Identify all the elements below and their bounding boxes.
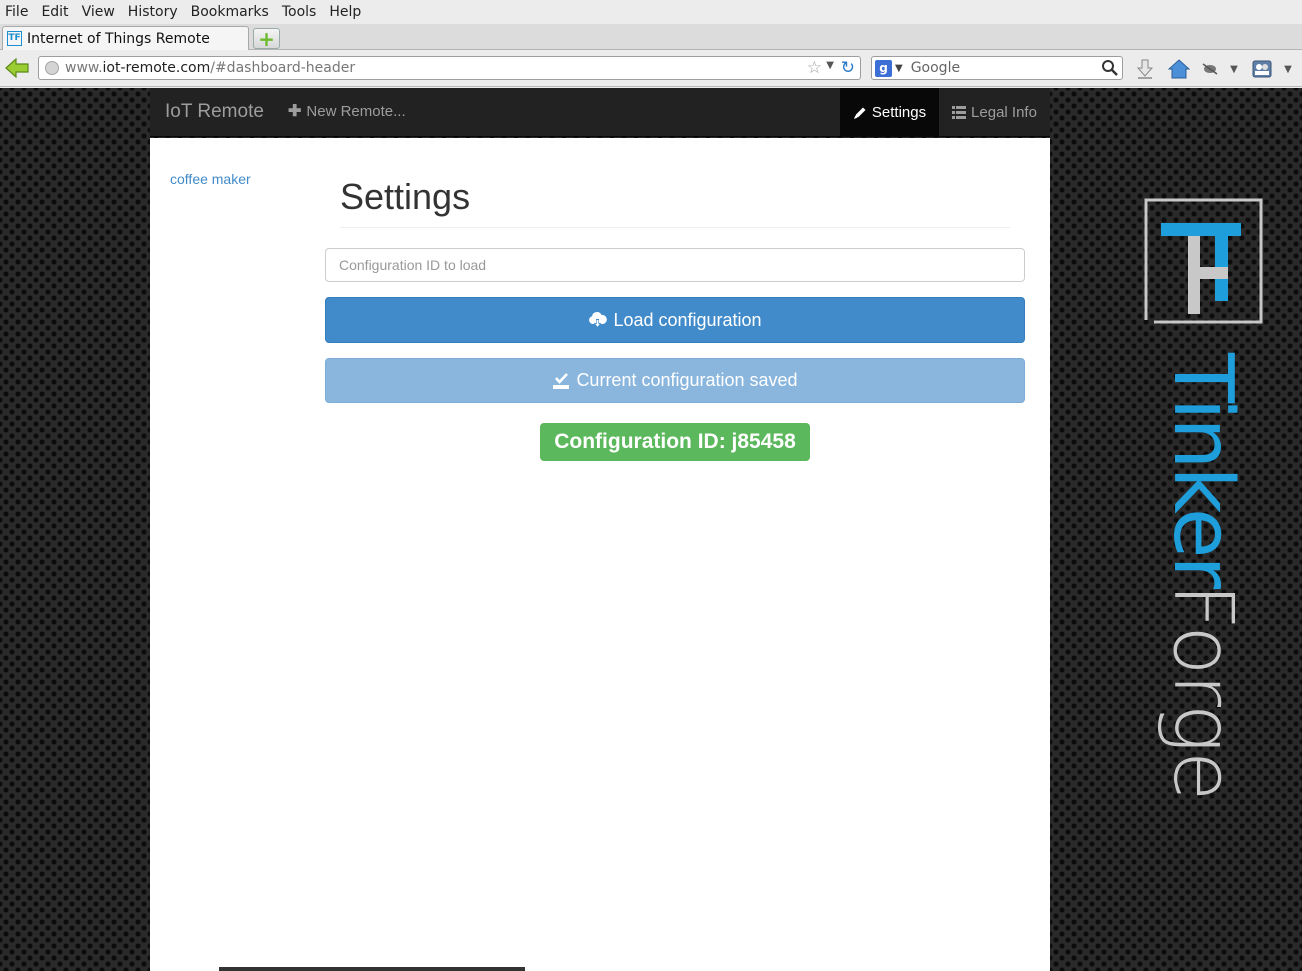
profile-dropdown-icon[interactable]: ▼: [1282, 58, 1294, 80]
title-divider: [340, 227, 1010, 228]
nav-settings-tab[interactable]: Settings: [840, 88, 939, 137]
cloud-download-icon: [588, 311, 608, 329]
logo-mark-f-bar: [1188, 267, 1228, 279]
nav-settings-label: Settings: [871, 104, 927, 121]
tinkerforge-favicon-icon: TF: [7, 31, 22, 46]
search-engine-icon[interactable]: g: [875, 59, 892, 77]
page-background: IoT Remote ✚ New Remote... Settings Lega…: [0, 88, 1302, 971]
nav-legal-info-tab[interactable]: Legal Info: [939, 88, 1050, 137]
logo-word-tinker: Tinker: [1155, 352, 1250, 589]
menu-help[interactable]: Help: [329, 4, 361, 20]
back-button[interactable]: [5, 58, 29, 78]
configuration-saved-label: Current configuration saved: [576, 370, 798, 390]
search-engine-dropdown-icon[interactable]: ▼: [895, 63, 903, 74]
url-history-dropdown-icon[interactable]: ▼: [826, 60, 834, 71]
menu-bookmarks[interactable]: Bookmarks: [191, 4, 269, 20]
logo-mark-t-stem: [1215, 223, 1228, 301]
home-icon[interactable]: [1167, 58, 1191, 80]
app-navbar: IoT Remote ✚ New Remote... Settings Lega…: [150, 88, 1050, 137]
logo-mark-t-bar: [1161, 223, 1241, 236]
site-identity-icon[interactable]: [45, 61, 59, 75]
addon-dropdown-icon[interactable]: ▼: [1228, 58, 1240, 80]
load-configuration-button[interactable]: Load configuration: [325, 297, 1025, 343]
search-icon[interactable]: [1101, 59, 1119, 77]
addon-icon[interactable]: [1200, 58, 1220, 80]
footer-bar: [219, 967, 525, 971]
page-title: Settings: [340, 176, 471, 217]
menu-view[interactable]: View: [82, 4, 115, 20]
address-bar[interactable]: www.iot-remote.com/#dashboard-header ☆ ▼…: [38, 56, 861, 80]
new-remote-link[interactable]: ✚ New Remote...: [288, 88, 406, 136]
menu-tools[interactable]: Tools: [282, 4, 317, 20]
tab-strip: TF Internet of Things Remote +: [0, 24, 1302, 50]
bookmark-star-icon[interactable]: ☆: [807, 58, 822, 78]
new-tab-button[interactable]: +: [253, 28, 280, 49]
menu-history[interactable]: History: [128, 4, 178, 20]
plus-icon: +: [258, 26, 275, 51]
downloads-icon[interactable]: [1135, 58, 1155, 80]
new-remote-label: New Remote...: [306, 103, 406, 120]
configuration-id-label: Configuration ID: j85458: [540, 423, 810, 461]
configuration-saved-button[interactable]: Current configuration saved: [325, 358, 1025, 403]
tinkerforge-logo: Tinker Forge: [1144, 198, 1263, 799]
url-text: www.iot-remote.com/#dashboard-header: [65, 60, 356, 76]
profile-icon[interactable]: [1251, 58, 1273, 80]
menu-edit[interactable]: Edit: [41, 4, 68, 20]
load-configuration-label: Load configuration: [613, 309, 762, 330]
configuration-id-input[interactable]: [325, 248, 1025, 282]
sidebar-item-coffee-maker[interactable]: coffee maker: [170, 171, 251, 187]
navigation-toolbar: www.iot-remote.com/#dashboard-header ☆ ▼…: [0, 50, 1302, 87]
plus-icon: ✚: [288, 103, 302, 120]
reload-icon[interactable]: ↻: [841, 58, 855, 78]
logo-word-forge: Forge: [1155, 583, 1250, 799]
browser-tab[interactable]: TF Internet of Things Remote: [2, 26, 249, 50]
search-placeholder: Google: [910, 60, 961, 76]
menu-file[interactable]: File: [5, 4, 28, 20]
search-bar[interactable]: g ▼ Google: [871, 56, 1123, 80]
back-arrow-icon: [5, 58, 29, 78]
main-content: coffee maker Settings Load configuration…: [150, 138, 1050, 971]
menu-bar: File Edit View History Bookmarks Tools H…: [0, 0, 1302, 24]
brand-link[interactable]: IoT Remote: [165, 88, 264, 136]
tab-title: Internet of Things Remote: [27, 30, 210, 47]
pencil-icon: [853, 106, 867, 120]
save-check-icon: [552, 372, 570, 390]
list-icon: [952, 106, 967, 119]
nav-legal-info-label: Legal Info: [971, 104, 1037, 121]
